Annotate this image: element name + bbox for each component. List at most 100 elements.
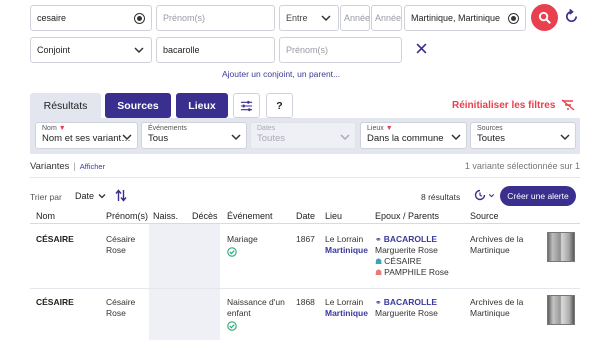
document-thumbnail[interactable]: [547, 232, 575, 262]
father-icon: ☗: [375, 257, 383, 266]
chevron-down-icon: [134, 47, 144, 54]
row-source-line2: Martinique: [470, 245, 510, 255]
prenom-input[interactable]: Prénom(s): [156, 5, 275, 31]
row-source-line1: Archives de la: [470, 234, 524, 244]
row-prenom: Césaire Rose: [106, 234, 135, 256]
results-count: 8 résultats: [421, 192, 461, 202]
rings-icon: ⚭: [375, 298, 382, 307]
col-nom: Nom: [36, 211, 56, 221]
filter-dates-label: Dates: [257, 125, 276, 132]
divider: [30, 177, 580, 178]
filter-evenements-label: Événements: [148, 125, 187, 132]
relation-value: Conjoint: [37, 45, 71, 55]
variants-label: Variantes: [30, 161, 70, 172]
relation-select[interactable]: Conjoint: [30, 37, 152, 63]
annee-from-placeholder: Année: [344, 13, 371, 23]
tab-sources-label: Sources: [117, 99, 159, 112]
create-alert-button[interactable]: Créer une alerte: [500, 186, 576, 206]
col-date: Date: [296, 211, 316, 221]
mother-icon: ☗: [375, 268, 383, 277]
chevron-down-icon: [488, 193, 495, 197]
filter-lieux-value: Dans la commune: [367, 133, 444, 144]
tab-sources[interactable]: Sources: [105, 93, 171, 118]
remove-relation-icon[interactable]: [416, 43, 427, 54]
row-prenom-line1: Césaire: [106, 297, 136, 307]
sort-order-icon[interactable]: [115, 189, 127, 202]
row-event-line2: enfant: [227, 308, 251, 318]
nom-input[interactable]: cesaire: [30, 5, 152, 31]
row-event: Naissance d'un enfant: [227, 297, 285, 319]
row-lieu-line2[interactable]: Martinique: [325, 308, 368, 319]
row-nom: CÉSAIRE: [36, 234, 74, 244]
row-date: 1868: [296, 297, 315, 307]
search-icon: [538, 11, 551, 24]
sort-select[interactable]: Date: [75, 190, 108, 202]
reset-search-icon[interactable]: [564, 9, 579, 24]
variants-row: Variantes | Afficher: [30, 161, 106, 172]
annee-from-input[interactable]: Année: [340, 5, 370, 31]
check-circle-icon: [227, 321, 237, 331]
clear-nom-icon[interactable]: [134, 12, 145, 24]
sliders-icon: [240, 100, 253, 111]
col-source: Source: [470, 211, 499, 221]
filter-nom[interactable]: Nom ▼ Nom et ses variant…: [35, 122, 138, 149]
entre-label: Entre: [286, 13, 308, 23]
check-circle-icon: [227, 247, 237, 257]
annee-to-input[interactable]: Année: [371, 5, 402, 31]
filter-dates: Dates Toutes: [250, 122, 356, 149]
reset-filters-label: Réinitialiser les filtres: [452, 99, 556, 111]
col-epoux-parents: Epoux / Parents: [375, 211, 440, 221]
rings-icon: ⚭: [375, 235, 382, 244]
settings-button[interactable]: [233, 93, 260, 118]
row-source: Archives de la Martinique: [470, 234, 523, 256]
col-deces: Décès: [192, 211, 218, 221]
tab-resultats[interactable]: Résultats: [30, 93, 101, 118]
row-spouse[interactable]: BACAROLLE: [384, 234, 437, 245]
help-button[interactable]: ?: [266, 93, 293, 118]
row-spouse[interactable]: BACAROLLE: [384, 297, 437, 308]
row-event-line1: Naissance d'un: [227, 297, 285, 307]
place-input[interactable]: Martinique, Martinique: [404, 5, 526, 31]
search-button[interactable]: [531, 4, 558, 31]
table-row[interactable]: CÉSAIRE Césaire Rose Naissance d'un enfa…: [30, 289, 580, 340]
row-event: Mariage: [227, 234, 258, 244]
place-value: Martinique, Martinique: [411, 13, 501, 23]
history-icon: [474, 189, 486, 201]
table-row[interactable]: CÉSAIRE Césaire Rose Mariage 1867 Le Lor…: [30, 224, 580, 288]
row-lieu: Le Lorrain Martinique: [325, 297, 368, 319]
row-lieu: Le Lorrain Martinique: [325, 234, 368, 256]
filter-sources-label: Sources: [477, 125, 503, 132]
row-lieu-line2[interactable]: Martinique: [325, 245, 368, 256]
date-range-select[interactable]: Entre: [279, 5, 339, 31]
row-spouse-first: Marguerite Rose: [375, 308, 438, 318]
row-parent2: PAMPHILE Rose: [384, 267, 449, 277]
chevron-down-icon: [321, 15, 331, 22]
tab-lieux[interactable]: Lieux: [176, 93, 228, 118]
row-nom: CÉSAIRE: [36, 297, 74, 307]
filter-lieux[interactable]: Lieux ▼ Dans la commune: [360, 122, 467, 149]
variants-show-link[interactable]: Afficher: [80, 162, 105, 171]
relation-prenom-input[interactable]: Prénom(s): [279, 37, 402, 63]
reset-filters-link[interactable]: Réinitialiser les filtres: [452, 99, 575, 111]
variants-selected: 1 variante sélectionnée sur 1: [464, 161, 580, 171]
filter-nom-value: Nom et ses variant…: [42, 133, 131, 144]
filter-off-icon: [561, 99, 575, 111]
funnel-icon: ▼: [58, 125, 66, 132]
filter-evenements[interactable]: Événements Tous: [141, 122, 247, 149]
filter-sources-value: Toutes: [477, 133, 505, 144]
chevron-down-icon: [122, 134, 132, 141]
add-relation-link[interactable]: Ajouter un conjoint, un parent...: [222, 69, 340, 79]
col-prenom: Prénom(s): [106, 211, 149, 221]
row-source-line2: Martinique: [470, 308, 510, 318]
relation-prenom-placeholder: Prénom(s): [286, 45, 329, 55]
row-source-line1: Archives de la: [470, 297, 524, 307]
relation-nom-input[interactable]: bacarolle: [156, 37, 275, 63]
clear-place-icon[interactable]: [508, 12, 519, 24]
filter-sources[interactable]: Sources Toutes: [470, 122, 576, 149]
filter-lieux-label: Lieux: [367, 125, 384, 132]
chevron-down-icon: [98, 194, 106, 199]
nom-value: cesaire: [37, 13, 67, 23]
history-dropdown[interactable]: [474, 189, 496, 201]
document-thumbnail[interactable]: [547, 295, 575, 325]
row-prenom-line2: Rose: [106, 245, 126, 255]
